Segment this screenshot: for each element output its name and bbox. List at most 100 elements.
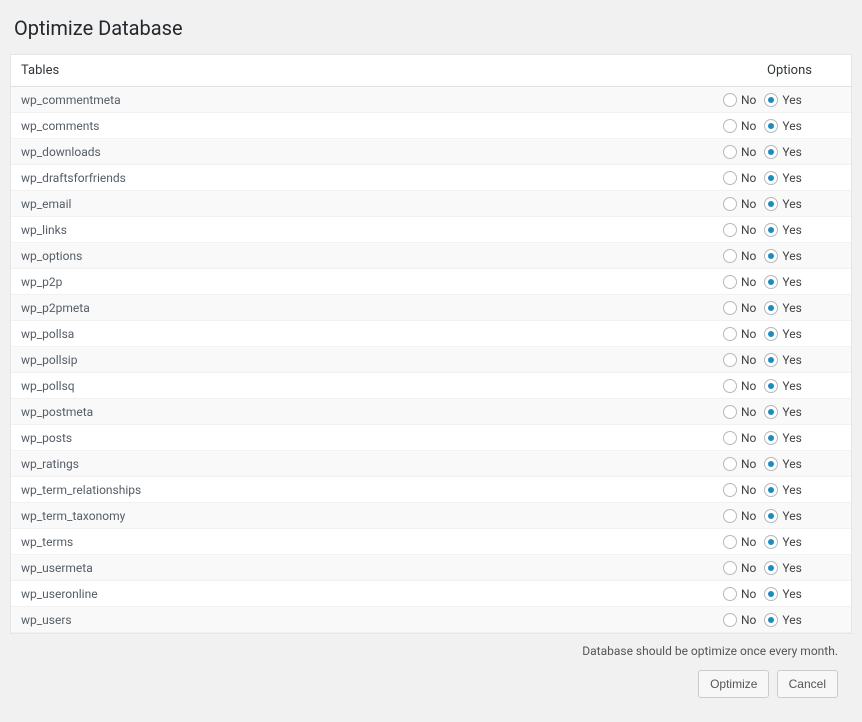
header-tables-label: Tables bbox=[21, 63, 767, 78]
radio-no-input[interactable] bbox=[723, 145, 737, 159]
radio-yes-input[interactable] bbox=[764, 379, 778, 393]
radio-no-input[interactable] bbox=[723, 93, 737, 107]
radio-yes-group[interactable]: Yes bbox=[764, 119, 801, 133]
radio-no-input[interactable] bbox=[723, 431, 737, 445]
radio-no-group[interactable]: No bbox=[723, 587, 756, 601]
radio-yes-group[interactable]: Yes bbox=[764, 587, 801, 601]
radio-yes-group[interactable]: Yes bbox=[764, 93, 801, 107]
radio-yes-input[interactable] bbox=[764, 405, 778, 419]
radio-yes-label: Yes bbox=[782, 275, 801, 289]
radio-yes-group[interactable]: Yes bbox=[764, 275, 801, 289]
radio-yes-group[interactable]: Yes bbox=[764, 457, 801, 471]
radio-no-label: No bbox=[741, 119, 756, 133]
radio-yes-input[interactable] bbox=[764, 613, 778, 627]
radio-yes-input[interactable] bbox=[764, 275, 778, 289]
radio-no-input[interactable] bbox=[723, 613, 737, 627]
radio-no-group[interactable]: No bbox=[723, 145, 756, 159]
radio-no-input[interactable] bbox=[723, 353, 737, 367]
radio-no-group[interactable]: No bbox=[723, 613, 756, 627]
radio-yes-input[interactable] bbox=[764, 327, 778, 341]
radio-yes-group[interactable]: Yes bbox=[764, 249, 801, 263]
radio-yes-group[interactable]: Yes bbox=[764, 353, 801, 367]
radio-no-group[interactable]: No bbox=[723, 431, 756, 445]
radio-no-input[interactable] bbox=[723, 119, 737, 133]
radio-yes-group[interactable]: Yes bbox=[764, 483, 801, 497]
options-cell: No Yes bbox=[723, 249, 841, 263]
radio-no-label: No bbox=[741, 379, 756, 393]
radio-no-label: No bbox=[741, 223, 756, 237]
radio-yes-input[interactable] bbox=[764, 509, 778, 523]
table-row: wp_termsNoYes bbox=[11, 529, 851, 555]
radio-yes-group[interactable]: Yes bbox=[764, 405, 801, 419]
options-cell: No Yes bbox=[723, 405, 841, 419]
radio-yes-group[interactable]: Yes bbox=[764, 197, 801, 211]
radio-no-input[interactable] bbox=[723, 561, 737, 575]
radio-no-group[interactable]: No bbox=[723, 301, 756, 315]
radio-yes-input[interactable] bbox=[764, 223, 778, 237]
radio-no-group[interactable]: No bbox=[723, 509, 756, 523]
radio-no-group[interactable]: No bbox=[723, 197, 756, 211]
table-row: wp_useronlineNoYes bbox=[11, 581, 851, 607]
radio-yes-input[interactable] bbox=[764, 353, 778, 367]
radio-no-group[interactable]: No bbox=[723, 223, 756, 237]
radio-no-input[interactable] bbox=[723, 587, 737, 601]
radio-yes-input[interactable] bbox=[764, 431, 778, 445]
radio-no-group[interactable]: No bbox=[723, 249, 756, 263]
radio-no-group[interactable]: No bbox=[723, 353, 756, 367]
radio-yes-group[interactable]: Yes bbox=[764, 223, 801, 237]
radio-no-input[interactable] bbox=[723, 171, 737, 185]
radio-no-group[interactable]: No bbox=[723, 483, 756, 497]
radio-no-input[interactable] bbox=[723, 275, 737, 289]
radio-yes-group[interactable]: Yes bbox=[764, 379, 801, 393]
optimize-button[interactable]: Optimize bbox=[698, 670, 769, 698]
radio-yes-input[interactable] bbox=[764, 301, 778, 315]
radio-yes-group[interactable]: Yes bbox=[764, 171, 801, 185]
radio-yes-input[interactable] bbox=[764, 171, 778, 185]
table-row: wp_pollsqNoYes bbox=[11, 373, 851, 399]
radio-no-input[interactable] bbox=[723, 301, 737, 315]
radio-yes-group[interactable]: Yes bbox=[764, 613, 801, 627]
radio-no-group[interactable]: No bbox=[723, 327, 756, 341]
radio-no-input[interactable] bbox=[723, 509, 737, 523]
radio-no-group[interactable]: No bbox=[723, 561, 756, 575]
radio-no-input[interactable] bbox=[723, 405, 737, 419]
radio-no-group[interactable]: No bbox=[723, 535, 756, 549]
radio-no-group[interactable]: No bbox=[723, 275, 756, 289]
radio-yes-group[interactable]: Yes bbox=[764, 327, 801, 341]
table-row: wp_postsNo Yes bbox=[11, 425, 851, 451]
radio-yes-input[interactable] bbox=[764, 119, 778, 133]
radio-no-group[interactable]: No bbox=[723, 379, 756, 393]
radio-no-input[interactable] bbox=[723, 249, 737, 263]
radio-yes-input[interactable] bbox=[764, 93, 778, 107]
radio-yes-input[interactable] bbox=[764, 145, 778, 159]
radio-no-label: No bbox=[741, 561, 756, 575]
options-cell: No Yes bbox=[723, 301, 841, 315]
radio-yes-group[interactable]: Yes bbox=[764, 431, 801, 445]
cancel-button[interactable]: Cancel bbox=[777, 670, 838, 698]
radio-no-input[interactable] bbox=[723, 223, 737, 237]
radio-yes-group[interactable]: Yes bbox=[764, 145, 801, 159]
radio-no-group[interactable]: No bbox=[723, 93, 756, 107]
radio-no-group[interactable]: No bbox=[723, 457, 756, 471]
radio-no-input[interactable] bbox=[723, 483, 737, 497]
table-name-cell: wp_posts bbox=[21, 431, 723, 445]
radio-yes-group[interactable]: Yes bbox=[764, 509, 801, 523]
radio-no-input[interactable] bbox=[723, 457, 737, 471]
radio-no-input[interactable] bbox=[723, 327, 737, 341]
radio-yes-input[interactable] bbox=[764, 483, 778, 497]
radio-yes-input[interactable] bbox=[764, 535, 778, 549]
radio-yes-input[interactable] bbox=[764, 587, 778, 601]
radio-yes-group[interactable]: Yes bbox=[764, 301, 801, 315]
radio-yes-group[interactable]: Yes bbox=[764, 535, 801, 549]
radio-no-input[interactable] bbox=[723, 535, 737, 549]
radio-yes-input[interactable] bbox=[764, 561, 778, 575]
radio-no-group[interactable]: No bbox=[723, 171, 756, 185]
radio-no-input[interactable] bbox=[723, 197, 737, 211]
radio-yes-group[interactable]: Yes bbox=[764, 561, 801, 575]
radio-yes-input[interactable] bbox=[764, 249, 778, 263]
radio-yes-input[interactable] bbox=[764, 457, 778, 471]
radio-no-group[interactable]: No bbox=[723, 405, 756, 419]
radio-no-input[interactable] bbox=[723, 379, 737, 393]
radio-no-group[interactable]: No bbox=[723, 119, 756, 133]
radio-yes-input[interactable] bbox=[764, 197, 778, 211]
